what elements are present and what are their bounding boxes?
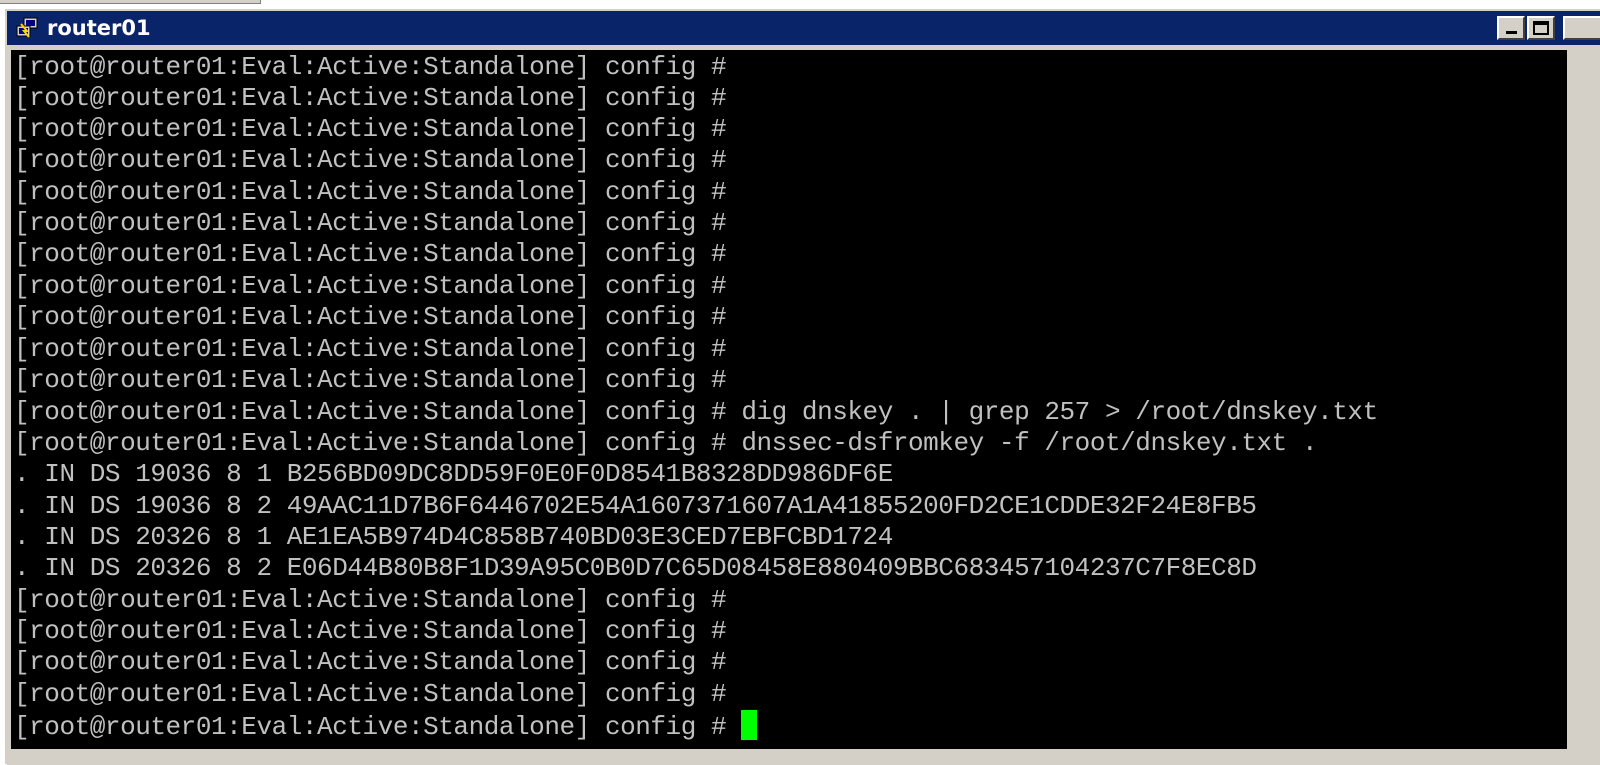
putty-icon[interactable]	[15, 17, 39, 39]
command-line-dsfromkey: [root@router01:Eval:Active:Standalone] c…	[14, 428, 1318, 458]
window-right-frame	[1567, 50, 1600, 749]
maximize-button[interactable]	[1527, 16, 1555, 40]
terminal-line: [root@router01:Eval:Active:Standalone] c…	[14, 145, 727, 175]
terminal-line: [root@router01:Eval:Active:Standalone] c…	[14, 365, 727, 395]
terminal-line: [root@router01:Eval:Active:Standalone] c…	[14, 208, 727, 238]
active-prompt: [root@router01:Eval:Active:Standalone] c…	[14, 712, 742, 742]
command-line-dig: [root@router01:Eval:Active:Standalone] c…	[14, 397, 1378, 427]
ds-record-line: . IN DS 20326 8 1 AE1EA5B974D4C858B740BD…	[14, 522, 893, 552]
terminal-line: [root@router01:Eval:Active:Standalone] c…	[14, 616, 727, 646]
terminal-line: [root@router01:Eval:Active:Standalone] c…	[14, 585, 727, 615]
minimize-button[interactable]	[1497, 16, 1525, 40]
ds-record-line: . IN DS 19036 8 1 B256BD09DC8DD59F0E0F0D…	[14, 459, 893, 489]
terminal-line: [root@router01:Eval:Active:Standalone] c…	[14, 52, 727, 82]
terminal-line: [root@router01:Eval:Active:Standalone] c…	[14, 679, 727, 709]
window-bottom-frame	[7, 749, 1600, 765]
close-button[interactable]	[1563, 16, 1600, 40]
terminal-screen[interactable]: [root@router01:Eval:Active:Standalone] c…	[11, 50, 1567, 749]
terminal-line: [root@router01:Eval:Active:Standalone] c…	[14, 83, 727, 113]
window-title: router01	[47, 16, 151, 40]
terminal-line: [root@router01:Eval:Active:Standalone] c…	[14, 334, 727, 364]
terminal-line: [root@router01:Eval:Active:Standalone] c…	[14, 177, 727, 207]
background-window-edge	[0, 0, 261, 4]
terminal-line: [root@router01:Eval:Active:Standalone] c…	[14, 271, 727, 301]
terminal-line: [root@router01:Eval:Active:Standalone] c…	[14, 647, 727, 677]
terminal-line: [root@router01:Eval:Active:Standalone] c…	[14, 239, 727, 269]
minimize-icon	[1506, 31, 1517, 34]
terminal-window: router01 [root@router01:Eval:Active:Stan…	[4, 8, 1600, 765]
terminal-line: [root@router01:Eval:Active:Standalone] c…	[14, 114, 727, 144]
maximize-icon	[1533, 21, 1549, 35]
top-strip	[0, 0, 1600, 8]
ds-record-line: . IN DS 19036 8 2 49AAC11D7B6F6446702E54…	[14, 491, 1257, 521]
title-bar[interactable]: router01	[7, 11, 1600, 45]
active-prompt-line[interactable]: [root@router01:Eval:Active:Standalone] c…	[14, 710, 758, 742]
terminal-line: [root@router01:Eval:Active:Standalone] c…	[14, 302, 727, 332]
ds-record-line: . IN DS 20326 8 2 E06D44B80B8F1D39A95C0B…	[14, 553, 1257, 583]
text-cursor	[741, 710, 758, 740]
